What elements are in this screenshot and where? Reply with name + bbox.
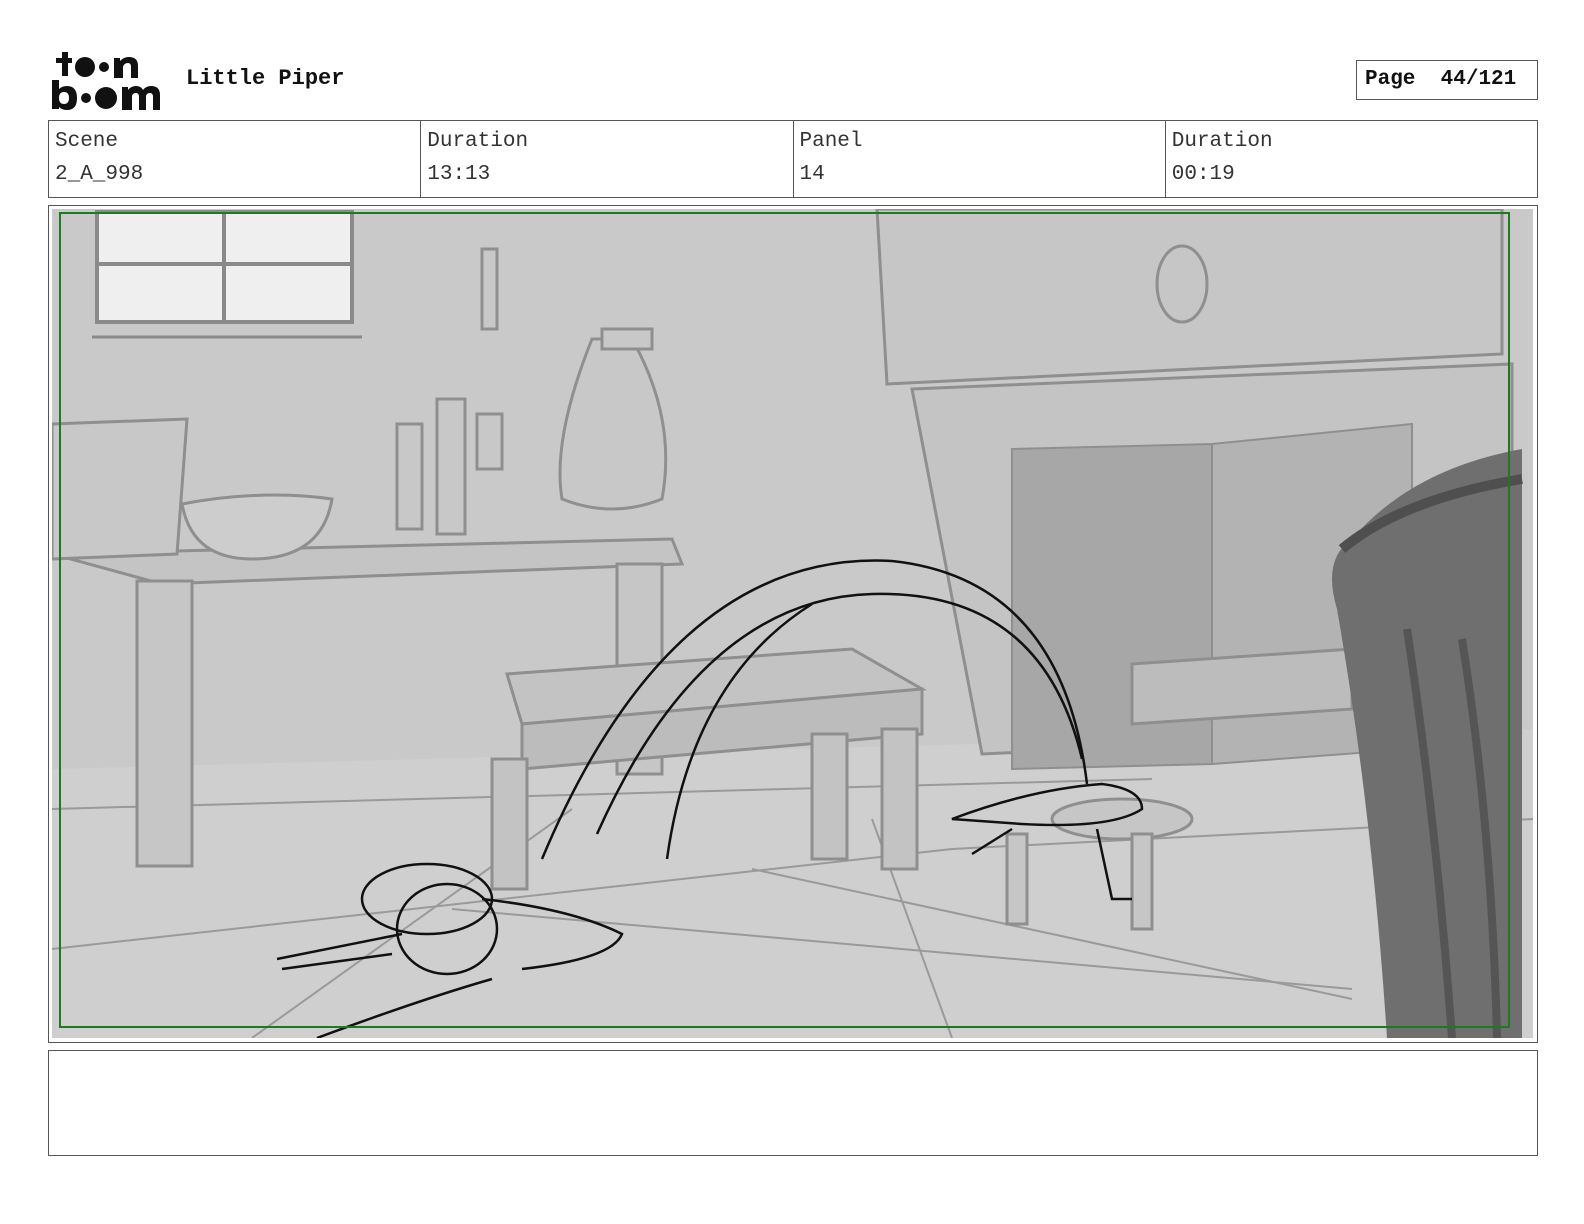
toon-boom-logo bbox=[52, 52, 160, 110]
page-number: 44/121 bbox=[1440, 68, 1517, 91]
panel-cell: Panel 14 bbox=[794, 121, 1166, 197]
page-indicator: Page 44/121 bbox=[1356, 60, 1538, 100]
scene-duration-cell: Duration 13:13 bbox=[421, 121, 794, 197]
page-label: Page bbox=[1365, 68, 1416, 91]
project-title: Little Piper bbox=[186, 66, 345, 91]
storyboard-sketch-image bbox=[52, 209, 1533, 1038]
notes-box bbox=[48, 1050, 1538, 1156]
storyboard-panel bbox=[48, 205, 1538, 1043]
panel-duration-label: Duration bbox=[1171, 130, 1273, 153]
scene-label: Scene bbox=[55, 130, 119, 153]
scene-duration-value: 13:13 bbox=[427, 163, 491, 186]
panel-label: Panel bbox=[799, 130, 863, 153]
scene-duration-label: Duration bbox=[427, 130, 529, 153]
panel-info-table: Scene 2_A_998 Duration 13:13 Panel 14 Du… bbox=[48, 120, 1538, 198]
panel-duration-cell: Duration 00:19 bbox=[1166, 121, 1537, 197]
panel-value: 14 bbox=[799, 163, 825, 186]
scene-cell: Scene 2_A_998 bbox=[49, 121, 422, 197]
scene-value: 2_A_998 bbox=[55, 163, 144, 186]
panel-duration-value: 00:19 bbox=[1171, 163, 1235, 186]
